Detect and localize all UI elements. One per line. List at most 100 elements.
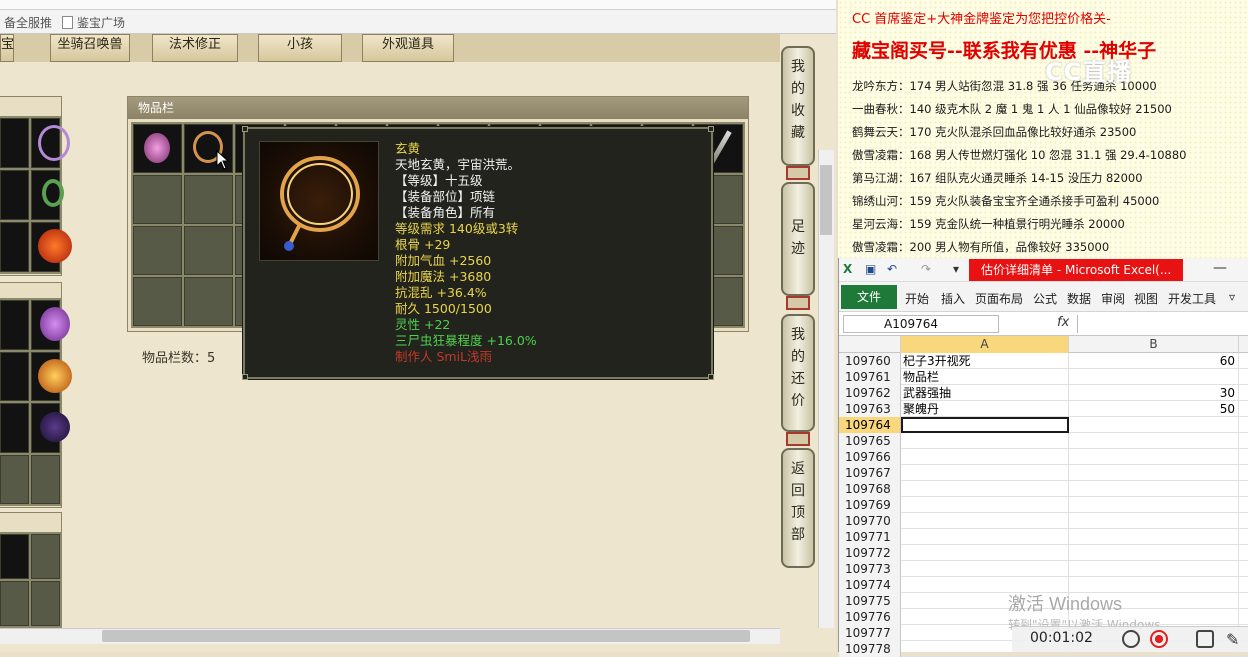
cell-a[interactable] [901,465,1069,481]
tab-view[interactable]: 视图 [1134,290,1158,307]
tab-treasure[interactable]: 宝 [0,34,14,62]
row-number[interactable]: 109760 [839,353,901,369]
cell-b[interactable] [1069,497,1239,513]
row-number[interactable]: 109773 [839,561,901,577]
inventory-slot[interactable] [184,277,233,326]
cell-a[interactable]: 物品栏 [901,369,1069,385]
equip-slot[interactable] [0,222,29,272]
column-header-b[interactable]: B [1069,336,1239,353]
cell-a[interactable]: 聚魄丹 [901,401,1069,417]
back-to-top-button[interactable]: 返回顶部 [781,448,815,568]
equip-slot[interactable] [31,300,70,350]
cell-b[interactable]: 50 [1069,401,1239,417]
equip-slot[interactable] [0,403,29,453]
horizontal-scroll-thumb[interactable] [102,630,750,642]
cell-a[interactable] [901,497,1069,513]
tab-home[interactable]: 开始 [905,290,929,307]
inventory-slot[interactable] [133,175,182,224]
cell-b[interactable] [1069,449,1239,465]
tab-review[interactable]: 审阅 [1101,290,1125,307]
cell-a[interactable] [901,529,1069,545]
my-favorites-button[interactable]: 我的收藏 [781,46,815,166]
cell-a[interactable]: 杞子3开视死 [901,353,1069,369]
row-number[interactable]: 109774 [839,577,901,593]
cell-b[interactable]: 60 [1069,353,1239,369]
equip-slot[interactable] [31,351,72,401]
my-counteroffer-button[interactable]: 我的还价 [781,314,815,432]
quick-access-dropdown-icon[interactable]: ▾ [953,262,959,276]
formula-input[interactable] [1077,315,1247,333]
row-number[interactable]: 109772 [839,545,901,561]
save-icon[interactable]: ▣ [865,262,876,276]
cell-a[interactable] [901,433,1069,449]
tab-developer[interactable]: 开发工具 [1168,290,1216,307]
file-tab[interactable]: 文件 [841,285,897,309]
equip-slot[interactable] [0,534,29,579]
tab-data[interactable]: 数据 [1067,290,1091,307]
cell-b[interactable] [1069,545,1239,561]
row-number[interactable]: 109777 [839,625,901,641]
row-number[interactable]: 109776 [839,609,901,625]
cell-a[interactable] [901,481,1069,497]
tab-insert[interactable]: 插入 [941,290,965,307]
equip-slot[interactable] [0,300,29,350]
row-number[interactable]: 109768 [839,481,901,497]
cell-b[interactable] [1069,465,1239,481]
row-number[interactable]: 109762 [839,385,901,401]
name-box[interactable]: A109764 [843,315,999,333]
cell-a[interactable]: 武器强抽 [901,385,1069,401]
undo-icon[interactable]: ↶ [887,262,897,276]
redo-icon[interactable]: ↷ [921,262,931,276]
pencil-icon[interactable]: ✎ [1226,630,1239,649]
row-number[interactable]: 109771 [839,529,901,545]
cell-b[interactable] [1069,561,1239,577]
bookmark-item[interactable]: 鉴宝广场 [62,14,125,31]
equip-slot[interactable] [0,118,29,168]
inventory-slot[interactable] [133,277,182,326]
cell-a[interactable] [901,513,1069,529]
tab-appearance[interactable]: 外观道具 [362,34,454,62]
tab-children[interactable]: 小孩 [258,34,342,62]
cell-b[interactable] [1069,529,1239,545]
row-number[interactable]: 109775 [839,593,901,609]
vertical-scroll-thumb[interactable] [820,165,832,235]
equip-slot[interactable] [0,170,29,220]
inventory-slot[interactable] [133,226,182,275]
equip-slot[interactable] [0,351,29,401]
cell-b[interactable] [1069,513,1239,529]
equip-slot[interactable] [31,170,64,220]
inventory-slot[interactable] [184,226,233,275]
column-header-a[interactable]: A [901,336,1069,353]
cell-a[interactable] [901,449,1069,465]
equip-slot[interactable] [31,222,72,272]
tab-page-layout[interactable]: 页面布局 [975,290,1023,307]
ribbon-expand-icon[interactable]: ▿ [1229,290,1235,304]
minimize-icon[interactable]: — [1213,260,1227,276]
equip-slot[interactable] [0,454,29,504]
row-number[interactable]: 109770 [839,513,901,529]
row-number[interactable]: 109765 [839,433,901,449]
pause-icon[interactable] [1122,630,1140,648]
equip-slot[interactable] [31,581,60,626]
inventory-slot[interactable] [133,124,182,173]
row-number[interactable]: 109764 [839,417,901,433]
tab-mounts[interactable]: 坐骑召唤兽 [50,34,130,62]
cell-a[interactable] [901,561,1069,577]
equip-slot[interactable] [31,403,70,453]
inventory-slot[interactable] [184,175,233,224]
row-number[interactable]: 109767 [839,465,901,481]
bookmark-item[interactable]: 备全服推 [4,14,52,31]
row-number[interactable]: 109761 [839,369,901,385]
equip-slot[interactable] [31,534,60,579]
footprints-button[interactable]: 足迹 [781,182,815,296]
cell-b[interactable] [1069,481,1239,497]
fx-button[interactable]: fx [1057,315,1069,330]
row-number[interactable]: 109766 [839,449,901,465]
row-number[interactable]: 109769 [839,497,901,513]
tab-spells[interactable]: 法术修正 [152,34,238,62]
cell-b[interactable]: 30 [1069,385,1239,401]
equip-slot[interactable] [31,454,60,504]
cell-b[interactable] [1069,433,1239,449]
select-all-corner[interactable] [839,336,901,353]
cell-a[interactable] [901,545,1069,561]
